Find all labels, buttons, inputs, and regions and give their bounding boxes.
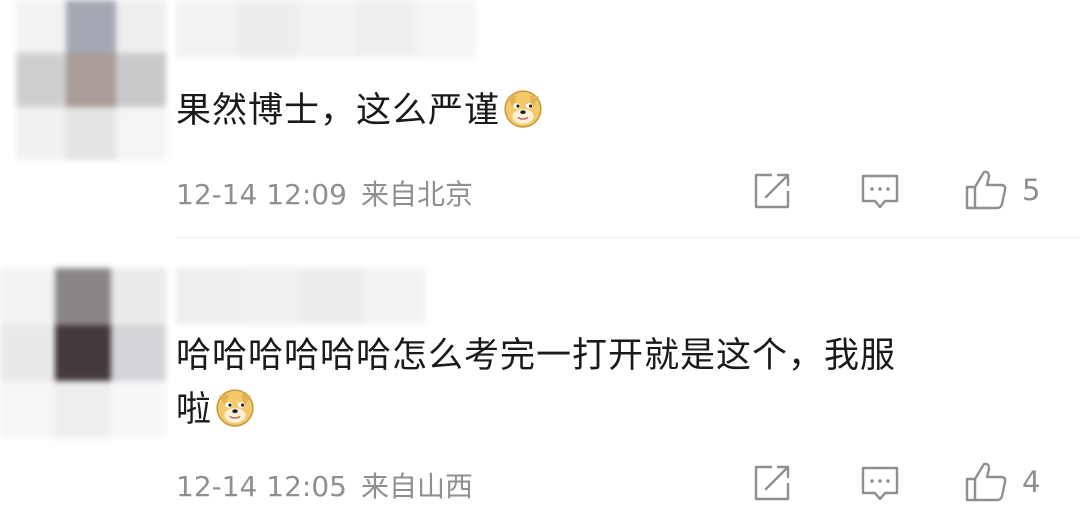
comment-time: 12-14 12:05	[176, 470, 347, 503]
avatar[interactable]	[0, 268, 166, 438]
comment-body: 果然博士，这么严谨	[176, 91, 501, 131]
comment-location: 来自山西	[360, 470, 473, 503]
avatar[interactable]	[16, 0, 166, 160]
share-icon	[754, 173, 790, 209]
like-button[interactable]: 5	[964, 169, 1040, 211]
reply-icon	[861, 174, 899, 209]
comment-text: 哈哈哈哈哈哈怎么考完一打开就是这个，我服 啦	[176, 331, 896, 435]
reply-icon	[861, 466, 899, 501]
thumbs-up-icon	[965, 170, 1007, 210]
comment-body-line: 哈哈哈哈哈哈怎么考完一打开就是这个，我服	[176, 336, 897, 376]
divider	[176, 237, 1080, 238]
username[interactable]	[176, 268, 426, 324]
share-icon	[754, 465, 790, 501]
share-button[interactable]	[752, 172, 792, 210]
like-count: 5	[1022, 173, 1041, 207]
like-count: 4	[1022, 465, 1041, 499]
username[interactable]	[176, 0, 476, 58]
reply-button[interactable]	[860, 464, 900, 502]
share-button[interactable]	[752, 464, 792, 502]
like-button[interactable]: 4	[964, 461, 1040, 503]
comment-meta: 12-14 12:09 来自北京	[176, 173, 473, 213]
comment-list: 果然博士，这么严谨 12-14 12:09 来自北京 5 哈哈哈哈哈哈怎么考完一…	[0, 0, 1080, 518]
comment-body-line: 啦	[176, 385, 896, 435]
comment-time: 12-14 12:09	[176, 178, 347, 211]
reply-button[interactable]	[860, 172, 900, 210]
thumbs-up-icon	[965, 462, 1007, 502]
doge-emoji	[504, 90, 542, 128]
doge-emoji	[216, 389, 254, 427]
comment-text: 果然博士，这么严谨	[176, 86, 544, 136]
comment-location: 来自北京	[360, 178, 473, 211]
comment-meta: 12-14 12:05 来自山西	[176, 465, 473, 505]
comment-body-tail: 啦	[176, 390, 213, 430]
